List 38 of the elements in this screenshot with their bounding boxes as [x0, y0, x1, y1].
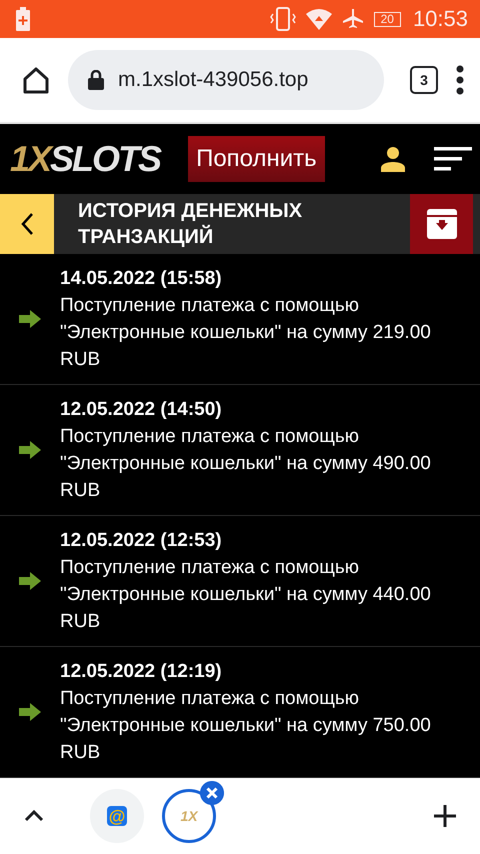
arrow-right-icon: [19, 572, 41, 590]
battery-charging-icon: [16, 7, 30, 31]
page-title: ИСТОРИЯ ДЕНЕЖНЫХ ТРАНЗАКЦИЙ: [77, 199, 304, 250]
chevron-up-icon[interactable]: [24, 810, 44, 822]
transaction-description: Поступление платежа с помощью "Электронные кошельки" на сумму 750.00 RUB: [60, 687, 432, 765]
transaction-date: 12.05.2022 (12:19): [60, 660, 223, 684]
transaction-date: 12.05.2022 (14:50): [60, 398, 223, 422]
address-bar[interactable]: m.1xslot-439056.top: [68, 50, 384, 110]
arrow-right-icon: [19, 441, 41, 459]
menu-icon[interactable]: [434, 147, 472, 171]
archive-icon: [426, 209, 456, 239]
arrow-right-icon: [19, 310, 41, 328]
home-icon[interactable]: [22, 66, 50, 94]
transaction-description: Поступление платежа с помощью "Электронные кошельки" на сумму 219.00 RUB: [60, 294, 432, 372]
back-button[interactable]: [0, 194, 54, 254]
vibrate-icon: [270, 6, 296, 32]
transaction-description: Поступление платежа с помощью "Электронные кошельки" на сумму 440.00 RUB: [60, 556, 432, 634]
mail-app-icon: @: [107, 806, 127, 826]
tab-count-button[interactable]: 3: [410, 66, 438, 94]
arrow-right-icon: [19, 703, 41, 721]
clock-time: 10:53: [412, 6, 468, 32]
deposit-button[interactable]: Пополнить: [188, 136, 325, 182]
chevron-left-icon: [20, 212, 34, 236]
user-icon[interactable]: [380, 146, 406, 172]
transaction-date: 12.05.2022 (12:53): [60, 529, 223, 553]
battery-level: 20: [374, 12, 401, 26]
transaction-description: Поступление платежа с помощью "Электронные кошельки" на сумму 490.00 RUB: [60, 425, 432, 503]
url-text: m.1xslot-439056.top: [118, 68, 308, 92]
menu-icon[interactable]: [456, 65, 464, 95]
plus-icon[interactable]: [434, 805, 456, 827]
transaction-date: 14.05.2022 (15:58): [60, 267, 223, 291]
airplane-icon: [342, 8, 364, 30]
wifi-icon: [306, 8, 332, 30]
archive-button[interactable]: [410, 194, 473, 254]
site-favicon: 1X: [180, 808, 198, 824]
site-logo[interactable]: 1XSLOTS: [10, 138, 160, 180]
lock-icon: [88, 70, 104, 90]
close-icon[interactable]: [200, 781, 224, 805]
